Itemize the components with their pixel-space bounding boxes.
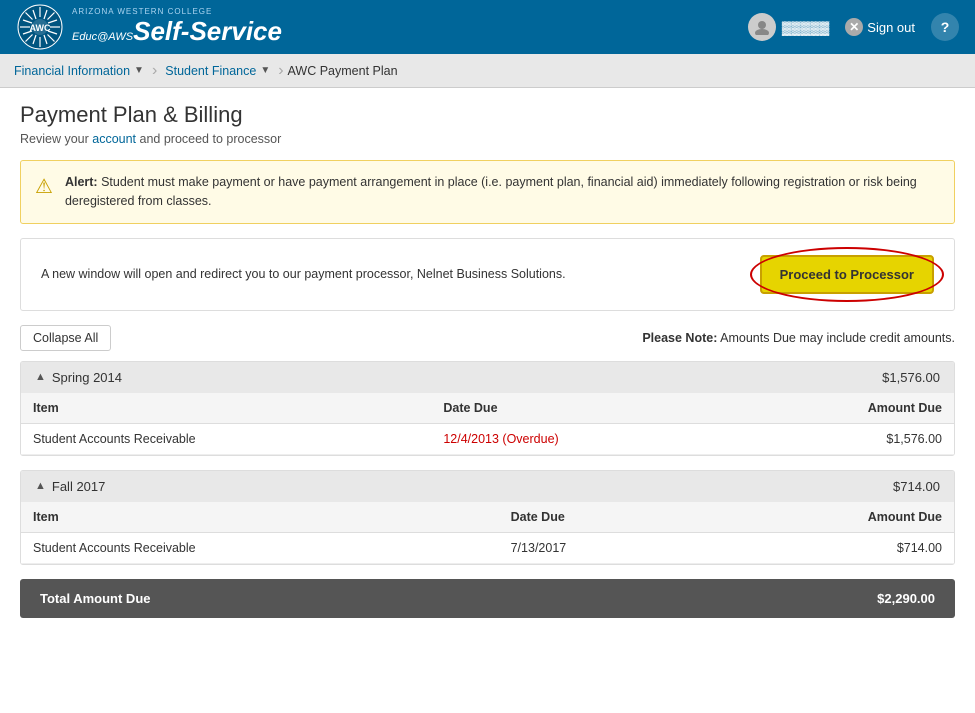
row-item-1-0: Student Accounts Receivable — [21, 532, 499, 563]
please-note-label: Please Note: — [642, 331, 717, 345]
page-subtitle: Review your account and proceed to proce… — [20, 132, 955, 146]
awc-logo-icon: AWC — [16, 3, 64, 51]
nav-current-page: AWC Payment Plan — [288, 64, 398, 78]
logo-sub-label: Educ@AWS — [72, 31, 133, 43]
nav-chevron-1: ▼ — [134, 65, 144, 76]
col-amount-0: Amount Due — [738, 393, 954, 424]
row-date-0-0: 12/4/2013 (Overdue) — [431, 423, 737, 454]
term-section-0: ▲ Spring 2014 $1,576.00 Item Date Due Am… — [20, 361, 955, 456]
total-label: Total Amount Due — [40, 591, 151, 606]
col-date-1: Date Due — [499, 502, 703, 533]
header-right: ▓▓▓▓▓ ✕ Sign out ? — [748, 13, 959, 41]
processor-text: A new window will open and redirect you … — [41, 267, 566, 281]
sign-out-button[interactable]: ✕ Sign out — [837, 14, 923, 40]
row-item-0-0: Student Accounts Receivable — [21, 423, 431, 454]
row-amount-1-0: $714.00 — [702, 532, 954, 563]
nav-student-finance[interactable]: Student Finance ▼ — [161, 64, 274, 78]
processor-box: A new window will open and redirect you … — [20, 238, 955, 311]
nav-financial-info[interactable]: Financial Information ▼ — [10, 64, 148, 78]
row-date-1-0: 7/13/2017 — [499, 532, 703, 563]
col-item-1: Item — [21, 502, 499, 533]
nav-bar: Financial Information ▼ › Student Financ… — [0, 54, 975, 88]
logo-main-label: Self-Service — [133, 16, 282, 47]
table-row: Student Accounts Receivable 7/13/2017 $7… — [21, 532, 954, 563]
term-name-0: Spring 2014 — [52, 370, 122, 385]
nav-sep-1: › — [152, 62, 157, 80]
page-content: Payment Plan & Billing Review your accou… — [0, 88, 975, 632]
term-section-1: ▲ Fall 2017 $714.00 Item Date Due Amount… — [20, 470, 955, 565]
user-avatar — [748, 13, 776, 41]
table-wrap-0: Item Date Due Amount Due Student Account… — [21, 393, 954, 455]
please-note-text: Amounts Due may include credit amounts. — [720, 331, 955, 345]
nav-student-label: Student Finance — [165, 64, 256, 78]
row-amount-0-0: $1,576.00 — [738, 423, 954, 454]
col-amount-1: Amount Due — [702, 502, 954, 533]
sign-out-label: Sign out — [867, 20, 915, 35]
term-amount-1: $714.00 — [893, 479, 940, 494]
nav-chevron-2: ▼ — [260, 65, 270, 76]
svg-text:AWC: AWC — [30, 23, 51, 33]
billing-table-1: Item Date Due Amount Due Student Account… — [21, 502, 954, 564]
col-date-0: Date Due — [431, 393, 737, 424]
alert-label: Alert: — [65, 175, 98, 189]
billing-table-0: Item Date Due Amount Due Student Account… — [21, 393, 954, 455]
col-item-0: Item — [21, 393, 431, 424]
term-arrow-0: ▲ — [35, 371, 46, 383]
collapse-all-button[interactable]: Collapse All — [20, 325, 111, 351]
alert-box: ⚠ Alert: Student must make payment or ha… — [20, 160, 955, 224]
logo-area: AWC ARIZONA WESTERN COLLEGE Educ@AWS Sel… — [16, 3, 282, 51]
sign-out-icon: ✕ — [845, 18, 863, 36]
page-title: Payment Plan & Billing — [20, 102, 955, 128]
toolbar-row: Collapse All Please Note: Amounts Due ma… — [20, 325, 955, 351]
help-button[interactable]: ? — [931, 13, 959, 41]
proceed-btn-wrapper: Proceed to Processor — [760, 255, 934, 294]
user-name: ▓▓▓▓▓ — [782, 20, 829, 35]
please-note: Please Note: Amounts Due may include cre… — [642, 331, 955, 345]
total-row: Total Amount Due $2,290.00 — [20, 579, 955, 618]
term-title-0: ▲ Spring 2014 — [35, 370, 122, 385]
term-header-0[interactable]: ▲ Spring 2014 $1,576.00 — [21, 362, 954, 393]
subtitle-post: and proceed to processor — [136, 132, 281, 146]
term-amount-0: $1,576.00 — [882, 370, 940, 385]
table-wrap-1: Item Date Due Amount Due Student Account… — [21, 502, 954, 564]
app-header: AWC ARIZONA WESTERN COLLEGE Educ@AWS Sel… — [0, 0, 975, 54]
table-header-row-1: Item Date Due Amount Due — [21, 502, 954, 533]
proceed-to-processor-button[interactable]: Proceed to Processor — [760, 255, 934, 294]
nav-financial-label: Financial Information — [14, 64, 130, 78]
term-header-1[interactable]: ▲ Fall 2017 $714.00 — [21, 471, 954, 502]
table-row: Student Accounts Receivable 12/4/2013 (O… — [21, 423, 954, 454]
alert-body: Student must make payment or have paymen… — [65, 175, 917, 208]
nav-sep-2: › — [278, 62, 283, 80]
total-amount: $2,290.00 — [877, 591, 935, 606]
term-arrow-1: ▲ — [35, 480, 46, 492]
school-name-label: ARIZONA WESTERN COLLEGE — [72, 7, 212, 16]
account-link[interactable]: account — [92, 132, 136, 146]
help-label: ? — [941, 19, 950, 35]
table-header-row-0: Item Date Due Amount Due — [21, 393, 954, 424]
subtitle-pre: Review your — [20, 132, 92, 146]
user-info: ▓▓▓▓▓ — [748, 13, 829, 41]
logo-text-area: ARIZONA WESTERN COLLEGE Educ@AWS Self-Se… — [72, 7, 282, 47]
alert-text: Alert: Student must make payment or have… — [65, 173, 940, 211]
term-title-1: ▲ Fall 2017 — [35, 479, 105, 494]
terms-container: ▲ Spring 2014 $1,576.00 Item Date Due Am… — [20, 361, 955, 565]
term-name-1: Fall 2017 — [52, 479, 105, 494]
alert-icon: ⚠ — [35, 174, 53, 199]
